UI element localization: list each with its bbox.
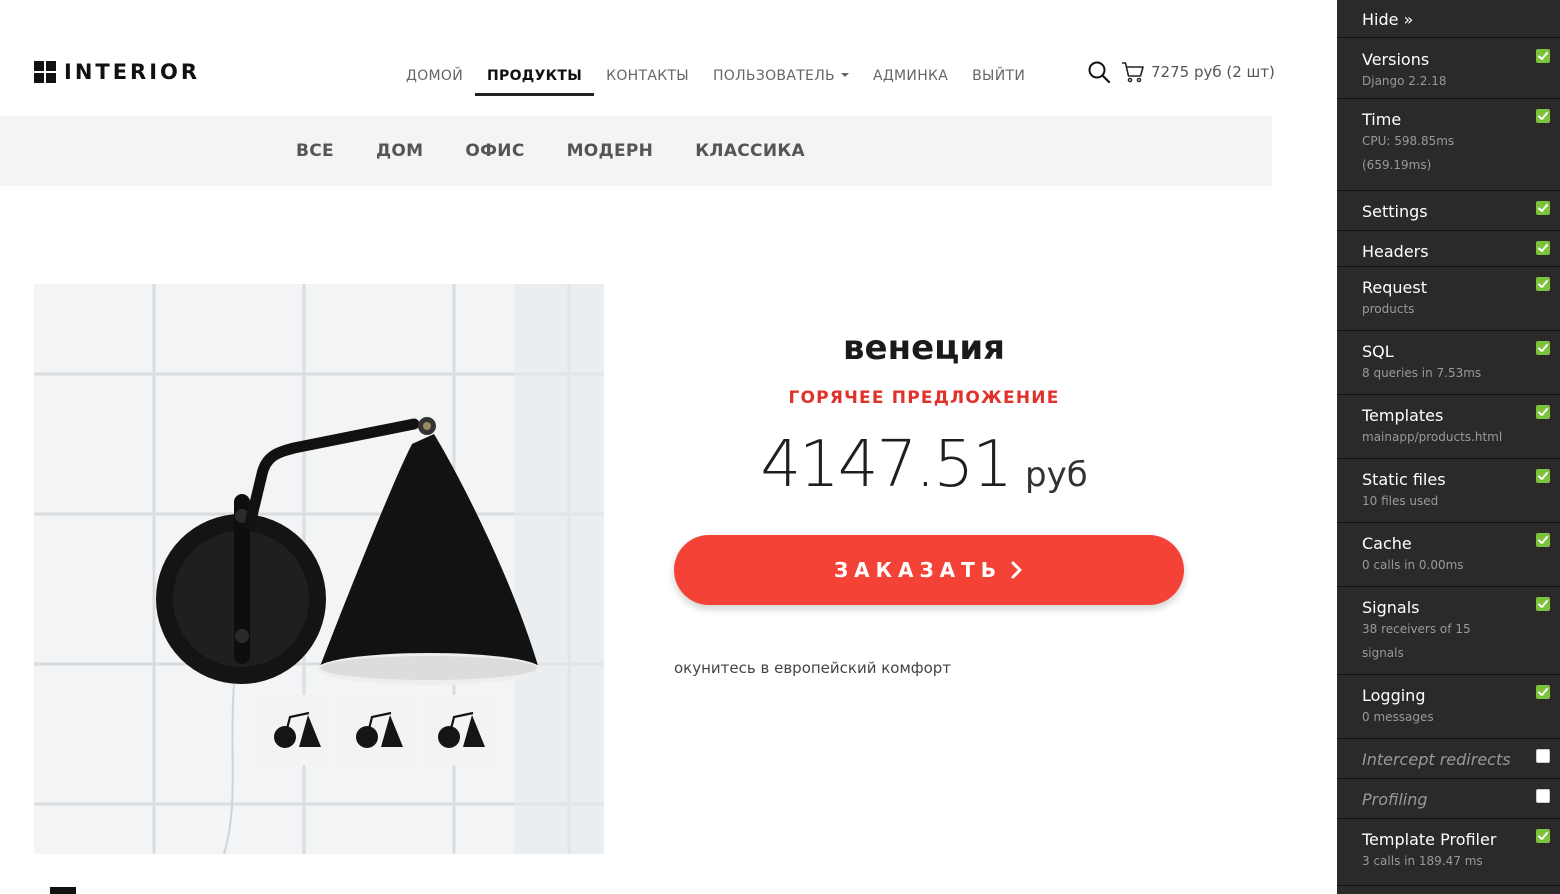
debug-panel-signals[interactable]: Signals 38 receivers of 15 signals — [1337, 588, 1560, 675]
debug-panel-title: Logging — [1362, 686, 1426, 705]
nav-item-label: ПРОДУКТЫ — [487, 68, 583, 84]
product-thumbnail-2[interactable] — [341, 695, 411, 765]
product-title: венеция — [843, 328, 1005, 368]
debug-panel-subtitle: CPU: 598.85ms — [1362, 134, 1455, 148]
product-image — [34, 284, 604, 854]
nav-item-label: ДОМОЙ — [406, 68, 464, 84]
debug-panel-title: Request — [1362, 278, 1427, 297]
nav-item-logout[interactable]: ВЫЙТИ — [960, 60, 1037, 94]
cart-icon — [1121, 60, 1145, 84]
debug-panel-title: Template Profiler — [1362, 830, 1497, 849]
debug-panel-title: Profiling — [1362, 790, 1428, 809]
debug-panel-title: Versions — [1362, 50, 1430, 69]
product-description: окунитесь в европейский комфорт — [674, 659, 952, 677]
debug-panel-title: Signals — [1362, 598, 1420, 617]
debug-panel-title: Headers — [1362, 242, 1429, 261]
checkbox-checked-icon[interactable] — [1536, 109, 1550, 123]
nav-item-label: КОНТАКТЫ — [606, 68, 689, 84]
nav-item-label: ВЫЙТИ — [972, 68, 1026, 84]
checkbox-checked-icon[interactable] — [1536, 201, 1550, 215]
checkbox-unchecked-icon[interactable] — [1536, 749, 1550, 763]
checkbox-checked-icon[interactable] — [1536, 469, 1550, 483]
debug-panel-time[interactable]: Time CPU: 598.85ms (659.19ms) — [1337, 100, 1560, 191]
checkbox-checked-icon[interactable] — [1536, 597, 1550, 611]
debug-panel-title: Time — [1362, 110, 1402, 129]
main-nav: ДОМОЙ ПРОДУКТЫ КОНТАКТЫ ПОЛЬЗОВАТЕЛЬ АДМ… — [394, 60, 1037, 96]
nav-item-user-dropdown[interactable]: ПОЛЬЗОВАТЕЛЬ — [701, 60, 861, 94]
category-list: ВСЕ ДОМ ОФИС МОДЕРН КЛАССИКА — [275, 116, 826, 186]
order-button-label: ЗАКАЗАТЬ — [833, 558, 1003, 582]
logo-grid-icon — [34, 61, 56, 83]
debug-panel-profiling[interactable]: Profiling — [1337, 780, 1560, 819]
debug-panel-headers[interactable]: Headers — [1337, 232, 1560, 267]
chevron-right-icon — [1010, 560, 1024, 580]
category-bar: ВСЕ ДОМ ОФИС МОДЕРН КЛАССИКА — [0, 116, 1272, 186]
debug-panel-request[interactable]: Request products — [1337, 268, 1560, 331]
debug-panel-title: Static files — [1362, 470, 1446, 489]
category-home[interactable]: ДОМ — [355, 141, 444, 161]
debug-panel-title: Intercept redirects — [1362, 750, 1511, 769]
checkbox-checked-icon[interactable] — [1536, 405, 1550, 419]
price-value: 4147.51 — [760, 428, 1013, 502]
product-thumbnail-1[interactable] — [259, 695, 329, 765]
debug-panel-settings[interactable]: Settings — [1337, 192, 1560, 231]
debug-panel-subtitle: 0 calls in 0.00ms — [1362, 558, 1464, 572]
debug-panel-subtitle: 3 calls in 189.47 ms — [1362, 854, 1483, 868]
nav-item-label: АДМИНКА — [872, 68, 949, 84]
debug-panel-subtitle: 8 queries in 7.53ms — [1362, 366, 1482, 380]
logo[interactable]: INTERIOR — [34, 60, 200, 84]
product-thumbnails — [259, 695, 493, 765]
caret-down-icon — [840, 73, 849, 77]
debug-panel-title: Cache — [1362, 534, 1412, 553]
debug-toolbar-hide-button[interactable]: Hide » — [1337, 0, 1560, 38]
debug-panel-subtitle: products — [1362, 302, 1415, 316]
partial-heading-mark — [50, 887, 76, 894]
checkbox-checked-icon[interactable] — [1536, 49, 1550, 63]
checkbox-checked-icon[interactable] — [1536, 277, 1550, 291]
category-modern[interactable]: МОДЕРН — [546, 141, 675, 161]
debug-panel-title: Templates — [1362, 406, 1444, 425]
cart-summary: 7275 руб (2 шт) — [1151, 63, 1275, 81]
checkbox-checked-icon[interactable] — [1536, 341, 1550, 355]
nav-item-admin[interactable]: АДМИНКА — [861, 60, 960, 94]
nav-item-home[interactable]: ДОМОЙ — [394, 60, 475, 94]
debug-panel-title: Settings — [1362, 202, 1428, 221]
debug-panel-subtitle: 10 files used — [1362, 494, 1439, 508]
nav-item-label: ПОЛЬЗОВАТЕЛЬ — [712, 68, 835, 84]
cart-link[interactable]: 7275 руб (2 шт) — [1121, 60, 1275, 84]
debug-panel-static-files[interactable]: Static files 10 files used — [1337, 460, 1560, 523]
category-all[interactable]: ВСЕ — [275, 141, 355, 161]
debug-panel-versions[interactable]: Versions Django 2.2.18 — [1337, 40, 1560, 99]
debug-panel-templates[interactable]: Templates mainapp/products.html — [1337, 396, 1560, 459]
category-classic[interactable]: КЛАССИКА — [674, 141, 826, 161]
hot-offer-label: ГОРЯЧЕЕ ПРЕДЛОЖЕНИЕ — [788, 388, 1060, 408]
product-thumbnail-3[interactable] — [423, 695, 493, 765]
checkbox-checked-icon[interactable] — [1536, 829, 1550, 843]
debug-panel-subtitle: (659.19ms) — [1362, 158, 1432, 172]
nav-item-products[interactable]: ПРОДУКТЫ — [475, 60, 595, 96]
debug-panel-subtitle: 0 messages — [1362, 710, 1434, 724]
nav-item-contacts[interactable]: КОНТАКТЫ — [594, 60, 701, 94]
checkbox-checked-icon[interactable] — [1536, 533, 1550, 547]
debug-panel-intercept-redirects[interactable]: Intercept redirects — [1337, 740, 1560, 779]
debug-panel-sql[interactable]: SQL 8 queries in 7.53ms — [1337, 332, 1560, 395]
debug-panel-template-profiler[interactable]: Template Profiler 3 calls in 189.47 ms — [1337, 820, 1560, 886]
debug-panel-subtitle: 38 receivers of 15 — [1362, 622, 1471, 636]
search-icon[interactable] — [1087, 60, 1111, 84]
price-currency: руб — [1024, 455, 1088, 495]
debug-panel-subtitle: mainapp/products.html — [1362, 430, 1503, 444]
debug-panel-subtitle: signals — [1362, 646, 1404, 660]
checkbox-unchecked-icon[interactable] — [1536, 789, 1550, 803]
checkbox-checked-icon[interactable] — [1536, 685, 1550, 699]
debug-panel-cache[interactable]: Cache 0 calls in 0.00ms — [1337, 524, 1560, 587]
checkbox-checked-icon[interactable] — [1536, 241, 1550, 255]
logo-text: INTERIOR — [64, 60, 201, 84]
category-office[interactable]: ОФИС — [444, 141, 545, 161]
debug-panel-logging[interactable]: Logging 0 messages — [1337, 676, 1560, 739]
price: 4147.51 руб — [674, 428, 1174, 502]
debug-panel-subtitle: Django 2.2.18 — [1362, 74, 1447, 88]
order-button[interactable]: ЗАКАЗАТЬ — [674, 535, 1184, 605]
debug-panel-title: SQL — [1362, 342, 1394, 361]
debug-toolbar: Hide » Versions Django 2.2.18 Time CPU: 598… — [1337, 0, 1560, 894]
